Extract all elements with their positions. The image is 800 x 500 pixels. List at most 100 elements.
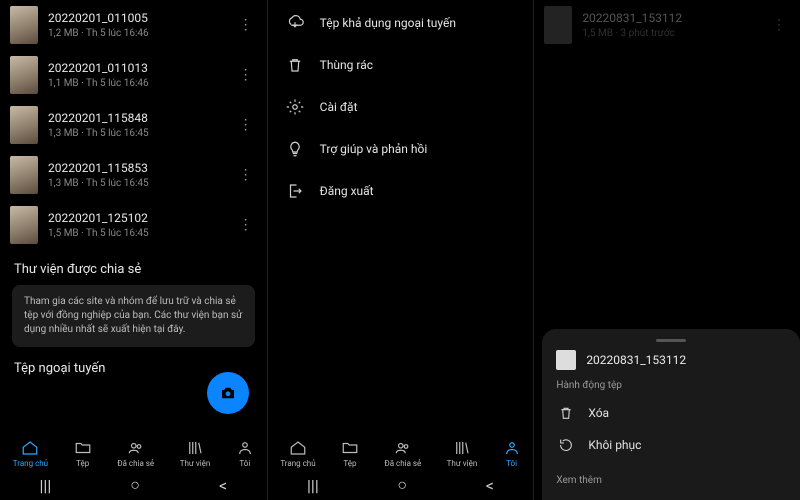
action-delete[interactable]: Xóa: [556, 397, 786, 429]
library-icon: [186, 439, 204, 457]
tab-files[interactable]: Tệp: [341, 439, 359, 468]
sheet-section-label: Hành động tệp: [556, 380, 786, 391]
tab-label: Tôi: [239, 459, 250, 468]
tab-library[interactable]: Thư viện: [447, 439, 478, 468]
restore-icon: [558, 437, 574, 453]
file-meta: 1,2 MB · Th 5 lúc 16:46: [48, 28, 225, 39]
home-icon: [21, 439, 39, 457]
tab-home[interactable]: Trang chủ: [280, 439, 315, 468]
tab-label: Thư viện: [180, 459, 211, 468]
home-key[interactable]: ○: [397, 475, 407, 495]
home-key[interactable]: ○: [130, 475, 140, 495]
bulb-icon: [286, 140, 304, 158]
tab-label: Trang chủ: [13, 459, 48, 468]
menu-offline-files[interactable]: Tệp khả dụng ngoại tuyến: [268, 2, 534, 44]
android-navbar: ||| ○ <: [268, 470, 534, 500]
person-icon: [236, 439, 254, 457]
sheet-handle[interactable]: [656, 339, 686, 342]
menu-help[interactable]: Trợ giúp và phản hồi: [268, 128, 534, 170]
offline-icon: [286, 14, 304, 32]
tab-me[interactable]: Tôi: [236, 439, 254, 468]
more-icon[interactable]: ⋮: [768, 17, 790, 33]
tab-label: Đã chia sẻ: [117, 459, 154, 468]
file-thumbnail: [556, 350, 576, 370]
menu-label: Cài đặt: [320, 100, 358, 114]
folder-icon: [74, 439, 92, 457]
tab-label: Trang chủ: [280, 459, 315, 468]
trash-icon: [286, 56, 304, 74]
back-key[interactable]: <: [219, 476, 227, 495]
file-row[interactable]: 20220201_125102 1,5 MB · Th 5 lúc 16:45 …: [0, 200, 267, 250]
file-name: 20220201_115853: [48, 161, 225, 175]
file-thumbnail: [544, 6, 572, 44]
tab-label: Đã chia sẻ: [384, 459, 421, 468]
file-name: 20220831_153112: [582, 11, 758, 25]
panel-menu: Tệp khả dụng ngoại tuyến Thùng rác Cài đ…: [267, 0, 534, 500]
file-thumbnail: [10, 106, 38, 144]
gear-icon: [286, 98, 304, 116]
file-row[interactable]: 20220201_011013 1,1 MB · Th 5 lúc 16:46 …: [0, 50, 267, 100]
logout-icon: [286, 182, 304, 200]
tab-shared[interactable]: Đã chia sẻ: [384, 439, 421, 468]
camera-fab[interactable]: [207, 372, 249, 414]
tab-label: Thư viện: [447, 459, 478, 468]
shared-libraries-tip: Tham gia các site và nhóm để lưu trữ và …: [12, 285, 255, 347]
sheet-file-name: 20220831_153112: [586, 353, 686, 367]
bottom-sheet: 20220831_153112 Hành động tệp Xóa Khôi p…: [542, 329, 800, 500]
people-icon: [394, 439, 412, 457]
back-key[interactable]: <: [486, 476, 494, 495]
file-list: 20220201_011005 1,2 MB · Th 5 lúc 16:46 …: [0, 0, 267, 250]
bottom-tabs: Trang chủ Tệp Đã chia sẻ Thư viện Tôi: [268, 433, 534, 470]
file-row-dimmed: 20220831_153112 1,5 MB · 3 phút trước ⋮: [534, 0, 800, 50]
tab-me[interactable]: Tôi: [503, 439, 521, 468]
camera-icon: [219, 384, 237, 402]
file-name: 20220201_011013: [48, 61, 225, 75]
menu-logout[interactable]: Đăng xuất: [268, 170, 534, 212]
file-meta: 1,5 MB · 3 phút trước: [582, 28, 758, 39]
file-meta: 1,5 MB · Th 5 lúc 16:45: [48, 228, 225, 239]
tab-label: Tôi: [506, 459, 517, 468]
folder-icon: [341, 439, 359, 457]
menu-label: Trợ giúp và phản hồi: [320, 142, 428, 156]
file-name: 20220201_115848: [48, 111, 225, 125]
file-row[interactable]: 20220201_115853 1,3 MB · Th 5 lúc 16:45 …: [0, 150, 267, 200]
menu-label: Đăng xuất: [320, 184, 374, 198]
tab-shared[interactable]: Đã chia sẻ: [117, 439, 154, 468]
action-restore[interactable]: Khôi phục: [556, 429, 786, 461]
action-label: Xóa: [588, 406, 609, 420]
panel-file-list: 20220201_011005 1,2 MB · Th 5 lúc 16:46 …: [0, 0, 267, 500]
trash-icon: [558, 405, 574, 421]
android-navbar: ||| ○ <: [0, 470, 267, 500]
people-icon: [127, 439, 145, 457]
file-thumbnail: [10, 156, 38, 194]
panel-file-actions: 20220831_153112 1,5 MB · 3 phút trước ⋮ …: [533, 0, 800, 500]
tab-label: Tệp: [343, 459, 356, 468]
file-row[interactable]: 20220201_011005 1,2 MB · Th 5 lúc 16:46 …: [0, 0, 267, 50]
file-thumbnail: [10, 6, 38, 44]
file-meta: 1,1 MB · Th 5 lúc 16:46: [48, 78, 225, 89]
menu-label: Tệp khả dụng ngoại tuyến: [320, 16, 456, 30]
more-icon[interactable]: ⋮: [235, 217, 257, 233]
more-icon[interactable]: ⋮: [235, 167, 257, 183]
more-icon[interactable]: ⋮: [235, 17, 257, 33]
tab-files[interactable]: Tệp: [74, 439, 92, 468]
tab-library[interactable]: Thư viện: [180, 439, 211, 468]
file-thumbnail: [10, 206, 38, 244]
library-icon: [453, 439, 471, 457]
more-icon[interactable]: ⋮: [235, 67, 257, 83]
recents-key[interactable]: |||: [307, 476, 319, 495]
menu-label: Thùng rác: [320, 58, 373, 72]
sheet-section-label: Xem thêm: [556, 475, 786, 486]
tab-label: Tệp: [76, 459, 89, 468]
file-meta: 1,3 MB · Th 5 lúc 16:45: [48, 178, 225, 189]
menu-trash[interactable]: Thùng rác: [268, 44, 534, 86]
tab-home[interactable]: Trang chủ: [13, 439, 48, 468]
sheet-header: 20220831_153112: [556, 350, 786, 370]
person-icon: [503, 439, 521, 457]
more-icon[interactable]: ⋮: [235, 117, 257, 133]
menu-settings[interactable]: Cài đặt: [268, 86, 534, 128]
file-thumbnail: [10, 56, 38, 94]
recents-key[interactable]: |||: [40, 476, 52, 495]
file-name: 20220201_125102: [48, 211, 225, 225]
file-row[interactable]: 20220201_115848 1,3 MB · Th 5 lúc 16:45 …: [0, 100, 267, 150]
